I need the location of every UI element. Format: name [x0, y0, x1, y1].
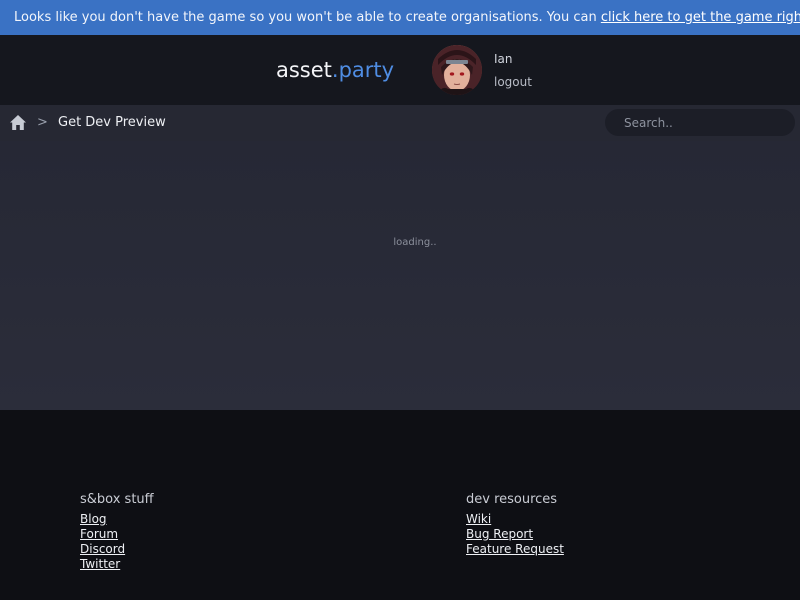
- logo-dot: .: [331, 58, 339, 82]
- site-logo[interactable]: asset.party: [276, 58, 394, 82]
- avatar-image: [432, 45, 482, 95]
- footer-link-discord[interactable]: Discord: [80, 542, 154, 557]
- main-content: loading..: [0, 141, 800, 410]
- home-icon[interactable]: [9, 114, 27, 131]
- top-header: asset.party Ian logout: [0, 35, 800, 105]
- loading-status: loading..: [393, 237, 437, 248]
- footer-link-twitter[interactable]: Twitter: [80, 557, 154, 572]
- search-input[interactable]: [605, 109, 795, 136]
- logo-main: asset: [276, 58, 332, 82]
- logout-link[interactable]: logout: [494, 75, 532, 89]
- user-avatar[interactable]: [432, 45, 482, 95]
- breadcrumb-separator: >: [37, 115, 48, 130]
- footer-link-forum[interactable]: Forum: [80, 527, 154, 542]
- footer-heading: s&box stuff: [80, 492, 154, 507]
- footer-link-feature-request[interactable]: Feature Request: [466, 542, 564, 557]
- footer-column-dev: dev resources Wiki Bug Report Feature Re…: [466, 492, 564, 557]
- banner-text: Looks like you don't have the game so yo…: [14, 10, 601, 25]
- game-required-banner: Looks like you don't have the game so yo…: [0, 0, 800, 35]
- footer: s&box stuff Blog Forum Discord Twitter d…: [0, 410, 800, 600]
- footer-link-bug-report[interactable]: Bug Report: [466, 527, 564, 542]
- footer-link-wiki[interactable]: Wiki: [466, 512, 564, 527]
- footer-heading: dev resources: [466, 492, 558, 507]
- get-game-link[interactable]: click here to get the game right now: [601, 10, 800, 25]
- logo-accent: party: [338, 58, 395, 82]
- footer-link-blog[interactable]: Blog: [80, 512, 154, 527]
- user-name[interactable]: Ian: [494, 52, 513, 66]
- breadcrumb-current: Get Dev Preview: [58, 115, 166, 130]
- footer-column-sbox: s&box stuff Blog Forum Discord Twitter: [80, 492, 154, 572]
- breadcrumb: > Get Dev Preview: [0, 105, 800, 141]
